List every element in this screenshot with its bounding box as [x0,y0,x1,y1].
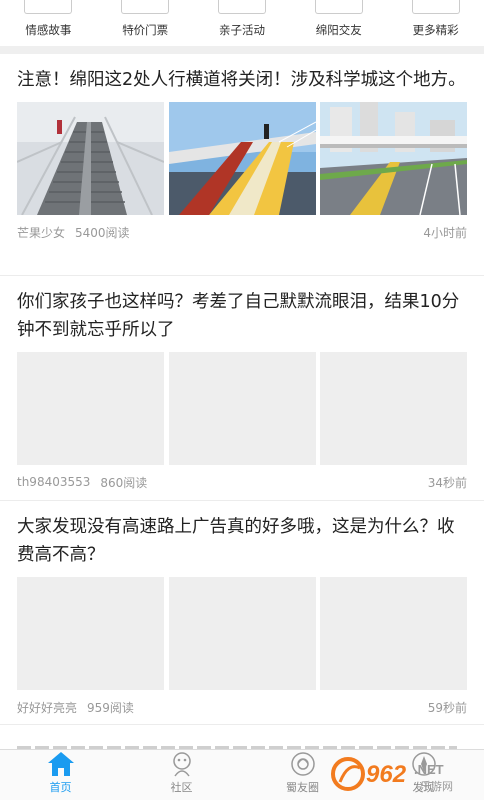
post-meta: th98403553 860阅读 34秒前 [17,465,467,499]
svg-text:.NET: .NET [414,762,444,777]
post-thumbnails [17,102,467,215]
tab-label: 首页 [49,781,72,794]
section-divider [0,46,484,54]
svg-text:乐游网: 乐游网 [420,780,453,793]
category-icon [314,0,363,14]
post-thumbnails [17,352,467,465]
image-placeholder[interactable] [320,352,467,465]
category-family-activities[interactable]: 亲子活动 [194,0,291,46]
post-time: 4小时前 [423,225,467,240]
watermark-logo: 962 .NET 乐游网 [328,752,478,796]
overpass-stairs-photo[interactable] [17,102,164,215]
post-title[interactable]: 大家发现没有高速路上广告真的好多哦，这是为什么？收费高不高？ [17,501,467,569]
home-icon [46,750,76,778]
post-read-count: 860阅读 [100,475,148,490]
post-title[interactable]: 注意！绵阳这2处人行横道将关闭！涉及科学城这个地方。 [17,54,467,94]
post-read-count: 959阅读 [87,700,134,715]
community-icon [167,750,197,778]
category-icon [411,0,460,14]
image-placeholder[interactable] [168,577,316,690]
category-icon [217,0,266,14]
category-icon [24,0,73,14]
tab-label: 蜀友圈 [286,781,319,794]
partial-title-text [17,737,457,749]
image-placeholder[interactable] [17,352,164,465]
post-author[interactable]: th98403553 [17,475,90,489]
image-placeholder[interactable] [320,577,467,690]
image-placeholder[interactable] [17,577,164,690]
category-label: 特价门票 [122,23,169,37]
tab-home[interactable]: 首页 [0,750,121,800]
category-emotional-stories[interactable]: 情感故事 [0,0,97,46]
friends-circle-icon [288,750,318,778]
svg-text:962: 962 [366,761,407,788]
category-mianyang-dating[interactable]: 绵阳交友 [290,0,387,46]
post-time: 59秒前 [427,700,467,715]
category-more[interactable]: 更多精彩 [387,0,484,46]
category-label: 亲子活动 [218,23,265,37]
post-card[interactable]: 注意！绵阳这2处人行横道将关闭！涉及科学城这个地方。 芒果少女 5400阅读 4… [0,54,484,276]
post-thumbnails [17,577,467,690]
post-meta: 芒果少女 5400阅读 4小时前 [17,215,467,249]
category-label: 情感故事 [25,23,72,37]
post-author[interactable]: 芒果少女 [17,224,65,241]
category-label: 绵阳交友 [315,23,362,37]
tab-community[interactable]: 社区 [121,750,242,800]
post-card[interactable]: 大家发现没有高速路上广告真的好多哦，这是为什么？收费高不高？ 好好好亮亮 959… [0,501,484,725]
post-meta: 好好好亮亮 959阅读 59秒前 [17,690,467,724]
post-feed: 注意！绵阳这2处人行横道将关闭！涉及科学城这个地方。 芒果少女 5400阅读 4… [0,54,484,725]
tab-label: 社区 [170,781,193,794]
post-title[interactable]: 你们家孩子也这样吗？考差了自己默默流眼泪，结果10分钟不到就忘乎所以了 [17,276,467,344]
overpass-walkway-photo[interactable] [168,102,316,215]
post-card[interactable]: 你们家孩子也这样吗？考差了自己默默流眼泪，结果10分钟不到就忘乎所以了 th98… [0,276,484,501]
category-icon [121,0,170,14]
category-strip: 情感故事 特价门票 亲子活动 绵阳交友 更多精彩 [0,0,484,46]
post-read-count: 5400阅读 [75,225,130,240]
category-discount-tickets[interactable]: 特价门票 [97,0,194,46]
category-label: 更多精彩 [412,23,459,37]
overpass-road-photo[interactable] [320,102,467,215]
image-placeholder[interactable] [168,352,316,465]
post-time: 34秒前 [427,475,467,490]
post-author[interactable]: 好好好亮亮 [17,699,77,716]
